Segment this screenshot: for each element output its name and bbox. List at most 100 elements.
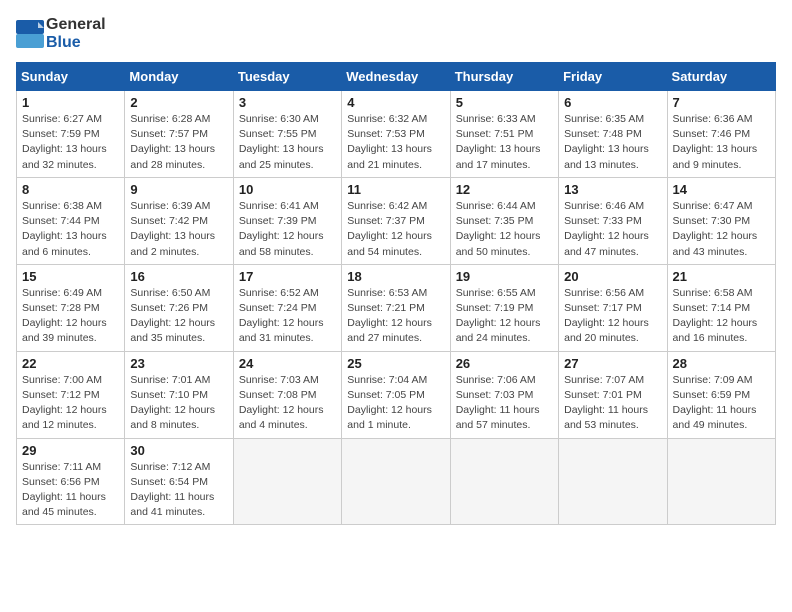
- calendar-cell: [450, 438, 558, 525]
- calendar-cell: 27Sunrise: 7:07 AMSunset: 7:01 PMDayligh…: [559, 351, 667, 438]
- weekday-header-row: SundayMondayTuesdayWednesdayThursdayFrid…: [17, 63, 776, 91]
- calendar-cell: 14 Sunrise: 6:47 AMSunset: 7:30 PMDayligh…: [667, 177, 775, 264]
- calendar-cell: [233, 438, 341, 525]
- cell-details: Sunrise: 6:55 AMSunset: 7:19 PMDaylight:…: [456, 286, 553, 347]
- cell-details: Sunrise: 6:58 AMSunset: 7:14 PMDaylight:…: [673, 286, 770, 347]
- calendar-cell: 20Sunrise: 6:56 AMSunset: 7:17 PMDayligh…: [559, 264, 667, 351]
- week-row-1: 1 Sunrise: 6:27 AMSunset: 7:59 PMDaylight…: [17, 91, 776, 178]
- week-row-2: 8Sunrise: 6:38 AMSunset: 7:44 PMDaylight…: [17, 177, 776, 264]
- calendar-cell: 30 Sunrise: 7:12 AMSunset: 6:54 PMDayligh…: [125, 438, 233, 525]
- weekday-wednesday: Wednesday: [342, 63, 450, 91]
- calendar-cell: 29 Sunrise: 7:11 AMSunset: 6:56 PMDayligh…: [17, 438, 125, 525]
- day-number: 8: [22, 182, 119, 197]
- day-number: 19: [456, 269, 553, 284]
- page-header: General Blue: [16, 16, 776, 52]
- cell-details: Sunrise: 7:12 AMSunset: 6:54 PMDaylight:…: [130, 460, 227, 521]
- calendar-cell: 18 Sunrise: 6:53 AMSunset: 7:21 PMDayligh…: [342, 264, 450, 351]
- weekday-sunday: Sunday: [17, 63, 125, 91]
- day-number: 17: [239, 269, 336, 284]
- day-number: 6: [564, 95, 661, 110]
- week-row-3: 15Sunrise: 6:49 AMSunset: 7:28 PMDayligh…: [17, 264, 776, 351]
- cell-details: Sunrise: 6:56 AMSunset: 7:17 PMDaylight:…: [564, 286, 661, 347]
- cell-details: Sunrise: 6:50 AMSunset: 7:26 PMDaylight:…: [130, 286, 227, 347]
- calendar-cell: 12Sunrise: 6:44 AMSunset: 7:35 PMDayligh…: [450, 177, 558, 264]
- cell-details: Sunrise: 7:01 AMSunset: 7:10 PMDaylight:…: [130, 373, 227, 434]
- week-row-5: 29 Sunrise: 7:11 AMSunset: 6:56 PMDayligh…: [17, 438, 776, 525]
- cell-details: Sunrise: 6:27 AMSunset: 7:59 PMDaylight:…: [22, 112, 119, 173]
- calendar-cell: 4 Sunrise: 6:32 AMSunset: 7:53 PMDaylight…: [342, 91, 450, 178]
- week-row-4: 22 Sunrise: 7:00 AMSunset: 7:12 PMDayligh…: [17, 351, 776, 438]
- cell-details: Sunrise: 6:47 AMSunset: 7:30 PMDaylight:…: [673, 199, 770, 260]
- calendar-cell: 8Sunrise: 6:38 AMSunset: 7:44 PMDaylight…: [17, 177, 125, 264]
- cell-details: Sunrise: 6:33 AMSunset: 7:51 PMDaylight:…: [456, 112, 553, 173]
- calendar-cell: 6 Sunrise: 6:35 AMSunset: 7:48 PMDaylight…: [559, 91, 667, 178]
- day-number: 9: [130, 182, 227, 197]
- calendar-cell: 9 Sunrise: 6:39 AMSunset: 7:42 PMDaylight…: [125, 177, 233, 264]
- logo-general: General: [46, 16, 106, 33]
- day-number: 7: [673, 95, 770, 110]
- calendar-cell: [559, 438, 667, 525]
- calendar-cell: 19 Sunrise: 6:55 AMSunset: 7:19 PMDayligh…: [450, 264, 558, 351]
- day-number: 30: [130, 443, 227, 458]
- calendar-cell: 28Sunrise: 7:09 AMSunset: 6:59 PMDayligh…: [667, 351, 775, 438]
- cell-details: Sunrise: 6:41 AMSunset: 7:39 PMDaylight:…: [239, 199, 336, 260]
- calendar-cell: 5 Sunrise: 6:33 AMSunset: 7:51 PMDaylight…: [450, 91, 558, 178]
- day-number: 15: [22, 269, 119, 284]
- day-number: 10: [239, 182, 336, 197]
- logo-wrap: General Blue: [16, 16, 106, 52]
- calendar-cell: 26Sunrise: 7:06 AMSunset: 7:03 PMDayligh…: [450, 351, 558, 438]
- calendar-cell: 17 Sunrise: 6:52 AMSunset: 7:24 PMDayligh…: [233, 264, 341, 351]
- calendar-cell: 16 Sunrise: 6:50 AMSunset: 7:26 PMDayligh…: [125, 264, 233, 351]
- cell-details: Sunrise: 6:44 AMSunset: 7:35 PMDaylight:…: [456, 199, 553, 260]
- cell-details: Sunrise: 7:11 AMSunset: 6:56 PMDaylight:…: [22, 460, 119, 521]
- cell-details: Sunrise: 7:00 AMSunset: 7:12 PMDaylight:…: [22, 373, 119, 434]
- day-number: 22: [22, 356, 119, 371]
- calendar-cell: 13Sunrise: 6:46 AMSunset: 7:33 PMDayligh…: [559, 177, 667, 264]
- weekday-tuesday: Tuesday: [233, 63, 341, 91]
- day-number: 4: [347, 95, 444, 110]
- calendar-cell: 2 Sunrise: 6:28 AMSunset: 7:57 PMDaylight…: [125, 91, 233, 178]
- calendar-cell: 24Sunrise: 7:03 AMSunset: 7:08 PMDayligh…: [233, 351, 341, 438]
- day-number: 5: [456, 95, 553, 110]
- day-number: 23: [130, 356, 227, 371]
- cell-details: Sunrise: 6:39 AMSunset: 7:42 PMDaylight:…: [130, 199, 227, 260]
- calendar-cell: 23 Sunrise: 7:01 AMSunset: 7:10 PMDayligh…: [125, 351, 233, 438]
- calendar-cell: 15Sunrise: 6:49 AMSunset: 7:28 PMDayligh…: [17, 264, 125, 351]
- calendar-cell: [667, 438, 775, 525]
- cell-details: Sunrise: 6:28 AMSunset: 7:57 PMDaylight:…: [130, 112, 227, 173]
- day-number: 2: [130, 95, 227, 110]
- calendar-cell: 3Sunrise: 6:30 AMSunset: 7:55 PMDaylight…: [233, 91, 341, 178]
- cell-details: Sunrise: 6:52 AMSunset: 7:24 PMDaylight:…: [239, 286, 336, 347]
- day-number: 16: [130, 269, 227, 284]
- weekday-saturday: Saturday: [667, 63, 775, 91]
- day-number: 28: [673, 356, 770, 371]
- day-number: 21: [673, 269, 770, 284]
- day-number: 14: [673, 182, 770, 197]
- cell-details: Sunrise: 7:04 AMSunset: 7:05 PMDaylight:…: [347, 373, 444, 434]
- day-number: 13: [564, 182, 661, 197]
- calendar-cell: 1 Sunrise: 6:27 AMSunset: 7:59 PMDaylight…: [17, 91, 125, 178]
- calendar-cell: [342, 438, 450, 525]
- cell-details: Sunrise: 6:32 AMSunset: 7:53 PMDaylight:…: [347, 112, 444, 173]
- cell-details: Sunrise: 6:30 AMSunset: 7:55 PMDaylight:…: [239, 112, 336, 173]
- cell-details: Sunrise: 6:53 AMSunset: 7:21 PMDaylight:…: [347, 286, 444, 347]
- day-number: 25: [347, 356, 444, 371]
- weekday-monday: Monday: [125, 63, 233, 91]
- logo-blue: Blue: [46, 34, 81, 51]
- day-number: 11: [347, 182, 444, 197]
- weekday-friday: Friday: [559, 63, 667, 91]
- cell-details: Sunrise: 6:42 AMSunset: 7:37 PMDaylight:…: [347, 199, 444, 260]
- calendar-cell: 7 Sunrise: 6:36 AMSunset: 7:46 PMDaylight…: [667, 91, 775, 178]
- day-number: 27: [564, 356, 661, 371]
- cell-details: Sunrise: 7:06 AMSunset: 7:03 PMDaylight:…: [456, 373, 553, 434]
- calendar-cell: 25 Sunrise: 7:04 AMSunset: 7:05 PMDayligh…: [342, 351, 450, 438]
- day-number: 18: [347, 269, 444, 284]
- day-number: 29: [22, 443, 119, 458]
- cell-details: Sunrise: 6:35 AMSunset: 7:48 PMDaylight:…: [564, 112, 661, 173]
- weekday-thursday: Thursday: [450, 63, 558, 91]
- calendar-cell: 21 Sunrise: 6:58 AMSunset: 7:14 PMDayligh…: [667, 264, 775, 351]
- logo: General Blue: [16, 16, 106, 52]
- cell-details: Sunrise: 6:36 AMSunset: 7:46 PMDaylight:…: [673, 112, 770, 173]
- logo-text: General Blue: [46, 16, 106, 52]
- day-number: 1: [22, 95, 119, 110]
